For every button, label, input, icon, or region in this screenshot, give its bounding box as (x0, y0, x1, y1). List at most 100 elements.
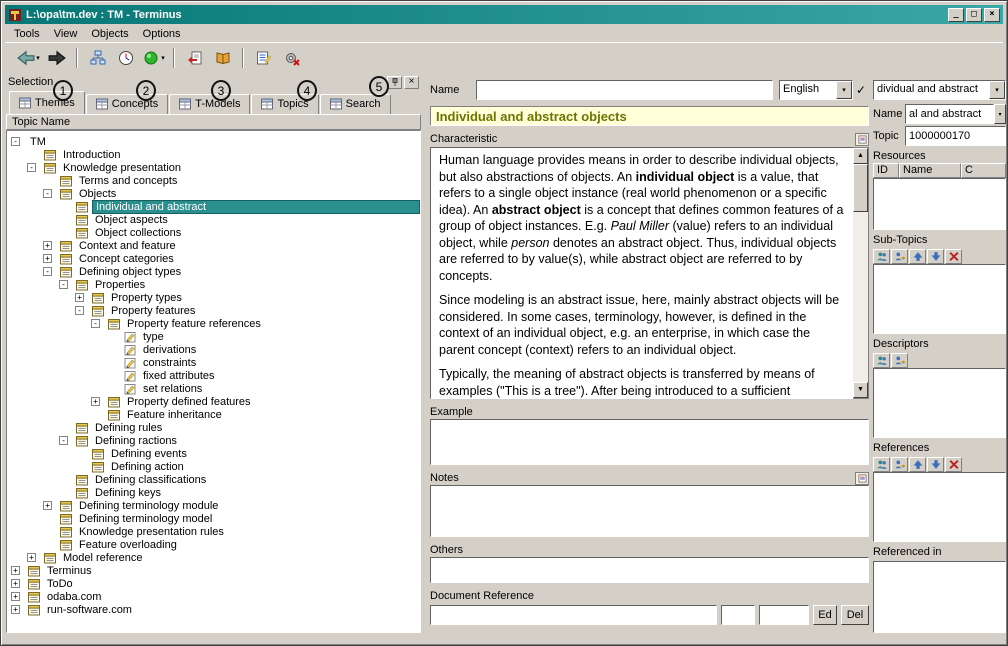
name-input[interactable] (476, 80, 773, 100)
tree-item[interactable]: Feature inheritance (7, 408, 420, 421)
dropdown-caret-icon[interactable]: ▾ (36, 54, 40, 62)
tree-expander[interactable]: + (75, 293, 84, 302)
status-button[interactable]: ▾ (140, 46, 167, 71)
tree-item[interactable]: + Concept categories (7, 252, 420, 265)
tree-item[interactable]: constraints (7, 356, 420, 369)
menu-objects[interactable]: Objects (84, 27, 135, 41)
example-input[interactable] (430, 419, 869, 465)
tree-item[interactable]: Terms and concepts (7, 174, 420, 187)
sidebar-topic-input[interactable] (905, 126, 1006, 146)
language-check-icon[interactable]: ✓ (853, 83, 869, 97)
menu-options[interactable]: Options (136, 27, 188, 41)
tree-item[interactable]: - Property features (7, 304, 420, 317)
title-bar[interactable]: L:\opa\tm.dev : TM - Terminus _ □ × (5, 5, 1003, 24)
scroll-down-icon[interactable]: ▼ (853, 382, 868, 398)
language-dropdown-icon[interactable]: ▾ (836, 81, 852, 99)
topic-combo[interactable]: dividual and abstract ▾ (873, 80, 1006, 100)
tree-expander[interactable]: - (11, 137, 20, 146)
delete-reference-button[interactable]: Del (841, 605, 869, 625)
tree-item[interactable]: Individual and abstract (7, 199, 420, 214)
edit-reference-button[interactable]: Ed (813, 605, 837, 625)
references-add-button[interactable] (873, 456, 890, 472)
descriptors-link-button[interactable] (891, 352, 908, 368)
tree-item[interactable]: set relations (7, 382, 420, 395)
tree-expander[interactable]: - (27, 163, 36, 172)
tree-item[interactable]: Knowledge presentation rules (7, 525, 420, 538)
menu-view[interactable]: View (47, 27, 85, 41)
left-splitter[interactable] (422, 74, 429, 633)
tree-item[interactable]: - TM (7, 135, 420, 148)
tree-expander[interactable]: - (75, 306, 84, 315)
overview-button[interactable] (112, 46, 139, 71)
refresh-button[interactable] (209, 46, 236, 71)
tree-expander[interactable]: - (59, 280, 68, 289)
descriptors-add-button[interactable] (873, 352, 890, 368)
tree-expander[interactable]: + (27, 553, 36, 562)
document-reference-input[interactable] (430, 605, 717, 625)
references-delete-button[interactable] (945, 456, 962, 472)
tree-item[interactable]: + Model reference (7, 551, 420, 564)
tree-expander[interactable]: + (11, 592, 20, 601)
hierarchy-button[interactable] (84, 46, 111, 71)
references-down-button[interactable] (927, 456, 944, 472)
tree-item[interactable]: Defining terminology model (7, 512, 420, 525)
dock-button[interactable] (387, 75, 402, 89)
tab-search[interactable]: Search (319, 94, 391, 114)
menu-tools[interactable]: Tools (7, 27, 47, 41)
references-up-button[interactable] (909, 456, 926, 472)
tree-expander[interactable]: + (11, 605, 20, 614)
resources-table-body[interactable] (873, 178, 1006, 230)
subtopics-link-button[interactable] (891, 248, 908, 264)
tree-expander[interactable]: + (91, 397, 100, 406)
close-button[interactable]: × (984, 7, 1000, 22)
tree-item[interactable]: + Property types (7, 291, 420, 304)
references-link-button[interactable] (891, 456, 908, 472)
tab-t-models[interactable]: T-Models (169, 94, 251, 114)
tree-expander[interactable]: - (43, 189, 52, 198)
maximize-button[interactable]: □ (966, 7, 982, 22)
subtopics-add-button[interactable] (873, 248, 890, 264)
tree-item[interactable]: fixed attributes (7, 369, 420, 382)
tree-expander[interactable]: + (43, 501, 52, 510)
tree-item[interactable]: - Defining ractions (7, 434, 420, 447)
back-button[interactable]: ▾ (15, 46, 42, 71)
tree-item[interactable]: - Defining object types (7, 265, 420, 278)
tab-concepts[interactable]: Concepts (85, 94, 169, 114)
tree-item[interactable]: - Properties (7, 278, 420, 291)
tree-expander[interactable]: - (43, 267, 52, 276)
notes-edit-button[interactable] (855, 471, 869, 485)
sidebar-name-input[interactable] (905, 104, 994, 124)
tree-item[interactable]: Defining events (7, 447, 420, 460)
descriptors-list[interactable] (873, 368, 1006, 438)
referenced-in-list[interactable] (873, 561, 1006, 633)
forward-button[interactable] (43, 46, 70, 71)
references-list[interactable] (873, 472, 1006, 542)
topic-combo-dropdown-icon[interactable]: ▾ (989, 81, 1005, 99)
scrollbar-track[interactable] (853, 164, 868, 382)
tree-item[interactable]: Object collections (7, 226, 420, 239)
resources-column-c[interactable]: C (961, 163, 1006, 178)
characteristic-edit-button[interactable] (855, 132, 869, 146)
tree-expander[interactable]: + (43, 241, 52, 250)
tree-expander[interactable]: + (11, 566, 20, 575)
characteristic-scrollbar[interactable]: ▲ ▼ (853, 147, 869, 399)
tree-item[interactable]: - Property feature references (7, 317, 420, 330)
characteristic-text[interactable]: Human language provides means in order t… (430, 147, 853, 399)
subtopics-list[interactable] (873, 264, 1006, 334)
minimize-button[interactable]: _ (948, 7, 964, 22)
sidebar-name-more-icon[interactable]: ▾ (994, 104, 1006, 124)
resources-column-id[interactable]: ID (873, 163, 899, 178)
tree-item[interactable]: - Knowledge presentation (7, 161, 420, 174)
tree-item[interactable]: type (7, 330, 420, 343)
tree-item[interactable]: Defining classifications (7, 473, 420, 486)
tree-expander[interactable]: + (43, 254, 52, 263)
tree-item[interactable]: Defining action (7, 460, 420, 473)
language-combo[interactable]: English ▾ (779, 80, 853, 100)
tree-item[interactable]: + Terminus (7, 564, 420, 577)
tree-item[interactable]: + Property defined features (7, 395, 420, 408)
document-reference-field2[interactable] (721, 605, 755, 625)
tree-item[interactable]: - Objects (7, 187, 420, 200)
document-reference-field3[interactable] (759, 605, 809, 625)
subtopics-up-button[interactable] (909, 248, 926, 264)
tree-item[interactable]: + run-software.com (7, 603, 420, 616)
